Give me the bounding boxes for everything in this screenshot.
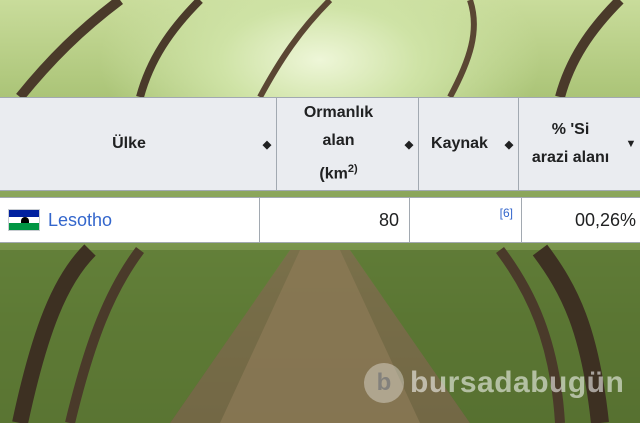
header-land-line1: % 'Si <box>551 121 590 138</box>
sort-both-icon[interactable]: ◆ <box>258 138 276 151</box>
header-forest-line3: (km2) <box>319 163 358 183</box>
source-citation-link[interactable]: [6] <box>500 206 513 220</box>
header-country[interactable]: Ülke ◆ <box>0 98 277 190</box>
table-header: Ülke ◆ Ormanlık alan (km2) ◆ Kaynak ◆ % … <box>0 97 640 191</box>
table-row: Lesotho 80 [6] 00,26% <box>0 197 640 243</box>
header-forest-line2: alan <box>322 132 355 150</box>
sort-both-icon[interactable]: ◆ <box>400 138 418 151</box>
sort-down-icon[interactable]: ▼ <box>622 138 640 150</box>
header-country-label: Ülke <box>112 135 146 152</box>
cell-land-percent: 00,26% <box>522 198 640 242</box>
cell-source: [6] <box>410 198 522 242</box>
cell-forest-area: 80 <box>260 198 410 242</box>
header-forest-superscript: 2) <box>347 163 358 176</box>
lesotho-flag-icon <box>8 209 40 231</box>
header-land-line2: arazi alanı <box>531 149 610 166</box>
header-forest-area[interactable]: Ormanlık alan (km2) ◆ <box>277 98 419 190</box>
country-link[interactable]: Lesotho <box>48 210 112 231</box>
watermark-text: bursadabugün <box>410 366 625 399</box>
sort-both-icon[interactable]: ◆ <box>500 138 518 151</box>
watermark-logo: b <box>364 363 404 403</box>
watermark: b bursadabugün <box>364 363 624 403</box>
header-land-percent[interactable]: % 'Si arazi alanı ▼ <box>519 98 640 190</box>
cell-country: Lesotho <box>0 198 260 242</box>
header-forest-line1: Ormanlık <box>303 104 374 122</box>
header-source-label: Kaynak <box>431 135 488 152</box>
header-source[interactable]: Kaynak ◆ <box>419 98 519 190</box>
